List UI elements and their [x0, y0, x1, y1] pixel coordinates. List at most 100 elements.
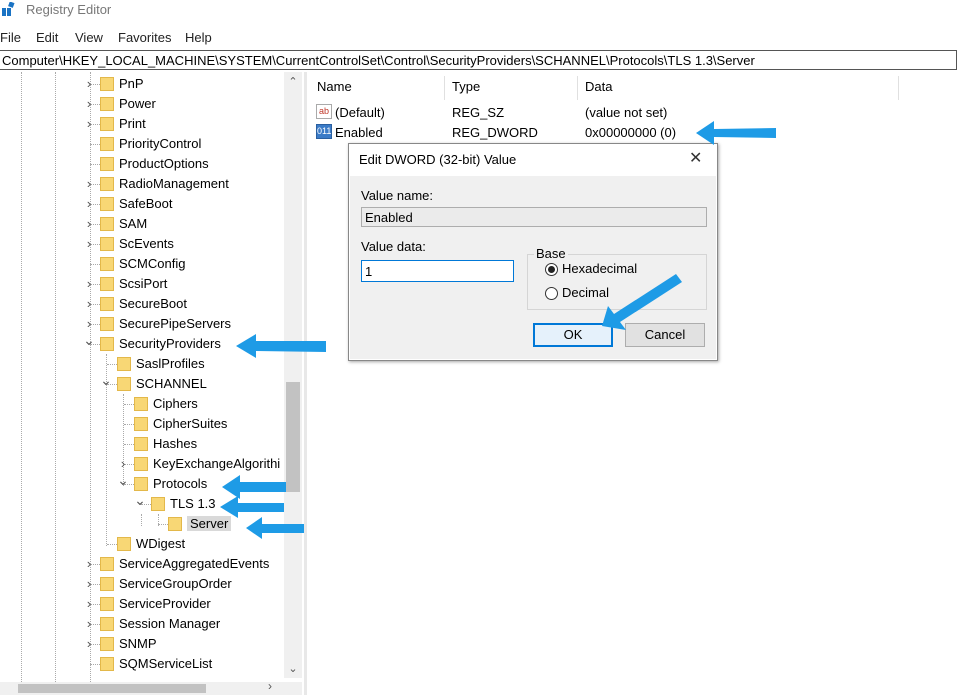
scroll-thumb[interactable] [286, 382, 300, 492]
menu-view[interactable]: View [75, 30, 103, 45]
chevron-right-icon[interactable]: › [83, 554, 95, 574]
chevron-right-icon[interactable]: › [83, 634, 95, 654]
tree-item[interactable]: ProductOptions [0, 154, 284, 174]
column-divider[interactable] [898, 76, 899, 100]
pane-splitter[interactable] [304, 72, 307, 695]
tree-item[interactable]: Ciphers [0, 394, 284, 414]
tree-item[interactable]: › RadioManagement [0, 174, 284, 194]
tree-item[interactable]: PriorityControl [0, 134, 284, 154]
chevron-down-icon[interactable]: ⌄ [100, 373, 112, 394]
decimal-radio[interactable] [545, 287, 558, 300]
tree-connector [124, 444, 134, 445]
chevron-right-icon[interactable]: › [83, 174, 95, 194]
menu-favorites[interactable]: Favorites [118, 30, 171, 45]
tree-item-label: SAM [119, 216, 148, 231]
menu-edit[interactable]: Edit [36, 30, 58, 45]
scroll-right-icon[interactable]: › [268, 679, 272, 693]
tree-item[interactable]: SQMServiceList [0, 654, 284, 674]
value-name: Enabled [335, 125, 383, 140]
tree-item[interactable]: › ServiceGroupOrder [0, 574, 284, 594]
chevron-right-icon[interactable]: › [83, 214, 95, 234]
chevron-right-icon[interactable]: › [83, 574, 95, 594]
tree-item[interactable]: › PnP [0, 74, 284, 94]
tree-item[interactable]: › ScEvents [0, 234, 284, 254]
tree-item[interactable]: › SecureBoot [0, 294, 284, 314]
folder-icon [100, 637, 114, 651]
tree-item-label: SecureBoot [119, 296, 187, 311]
tree-item[interactable]: › ScsiPort [0, 274, 284, 294]
chevron-right-icon[interactable]: › [83, 114, 95, 134]
column-divider[interactable] [577, 76, 578, 100]
chevron-right-icon[interactable]: › [83, 594, 95, 614]
chevron-right-icon[interactable]: › [117, 454, 129, 474]
scroll-up-icon[interactable]: ⌃ [284, 75, 302, 91]
chevron-right-icon[interactable]: › [83, 294, 95, 314]
address-path: Computer\HKEY_LOCAL_MACHINE\SYSTEM\Curre… [2, 53, 755, 68]
folder-icon [100, 557, 114, 571]
tree-item-label: Ciphers [153, 396, 198, 411]
tree-item[interactable]: › SecurePipeServers [0, 314, 284, 334]
tree-connector [158, 524, 168, 525]
folder-icon [117, 537, 131, 551]
column-divider[interactable] [444, 76, 445, 100]
chevron-right-icon[interactable]: › [83, 274, 95, 294]
tree-item[interactable]: › Power [0, 94, 284, 114]
column-header-data[interactable]: Data [585, 79, 612, 99]
value-type: REG_SZ [452, 105, 505, 120]
tree-item[interactable]: › KeyExchangeAlgorithi [0, 454, 284, 474]
scroll-down-icon[interactable]: ⌄ [284, 662, 302, 678]
tree-item[interactable]: › ServiceProvider [0, 594, 284, 614]
address-bar[interactable]: Computer\HKEY_LOCAL_MACHINE\SYSTEM\Curre… [0, 50, 957, 70]
folder-icon [117, 377, 131, 391]
annotation-arrow-icon [602, 274, 682, 330]
folder-icon [168, 517, 182, 531]
tree-item[interactable]: › Session Manager [0, 614, 284, 634]
chevron-right-icon[interactable]: › [83, 94, 95, 114]
tree-item[interactable]: Hashes [0, 434, 284, 454]
tree-item[interactable]: CipherSuites [0, 414, 284, 434]
folder-icon [100, 77, 114, 91]
column-header-type[interactable]: Type [452, 79, 480, 99]
dword-value-icon: 011 [316, 124, 332, 139]
tree-item[interactable]: WDigest [0, 534, 284, 554]
tree-horizontal-scrollbar[interactable]: › [0, 679, 302, 695]
hexadecimal-radio[interactable] [545, 263, 558, 276]
window-title: Registry Editor [26, 2, 112, 17]
chevron-right-icon[interactable]: › [83, 314, 95, 334]
folder-icon [100, 577, 114, 591]
folder-icon [100, 117, 114, 131]
dialog-title: Edit DWORD (32-bit) Value [359, 152, 517, 167]
tree-item[interactable]: › ServiceAggregatedEvents [0, 554, 284, 574]
tree-connector [90, 264, 100, 265]
tree-item[interactable]: SCMConfig [0, 254, 284, 274]
close-icon[interactable]: ✕ [689, 148, 702, 168]
tree-vertical-scrollbar[interactable]: ⌃ ⌄ [284, 72, 302, 678]
tree-item[interactable]: › Print [0, 114, 284, 134]
value-data: 0x00000000 (0) [585, 125, 677, 140]
tree-item-label: Power [119, 96, 156, 111]
chevron-down-icon[interactable]: ⌄ [117, 473, 129, 494]
chevron-right-icon[interactable]: › [83, 74, 95, 94]
folder-icon [134, 397, 148, 411]
tree-item[interactable]: › SAM [0, 214, 284, 234]
chevron-right-icon[interactable]: › [83, 234, 95, 254]
folder-icon [100, 177, 114, 191]
folder-icon [100, 97, 114, 111]
menu-help[interactable]: Help [185, 30, 212, 45]
chevron-down-icon[interactable]: ⌄ [134, 493, 146, 514]
tree-item[interactable]: › SNMP [0, 634, 284, 654]
column-header-name[interactable]: Name [317, 79, 352, 99]
value-row-enabled[interactable]: 011 Enabled REG_DWORD 0x00000000 (0) [316, 123, 716, 143]
tree-item-label: SaslProfiles [136, 356, 205, 371]
hscroll-thumb[interactable] [18, 684, 206, 693]
tree-item-label: ScEvents [119, 236, 174, 251]
value-row-default[interactable]: ab (Default) REG_SZ (value not set) [316, 103, 716, 123]
value-data-input[interactable]: 1 [361, 260, 514, 282]
tree-item[interactable]: › SafeBoot [0, 194, 284, 214]
menu-file[interactable]: File [0, 30, 21, 45]
chevron-down-icon[interactable]: ⌄ [83, 333, 95, 354]
chevron-right-icon[interactable]: › [83, 194, 95, 214]
tree-item[interactable]: ⌄ SCHANNEL [0, 373, 284, 394]
chevron-right-icon[interactable]: › [83, 614, 95, 634]
folder-icon [134, 457, 148, 471]
